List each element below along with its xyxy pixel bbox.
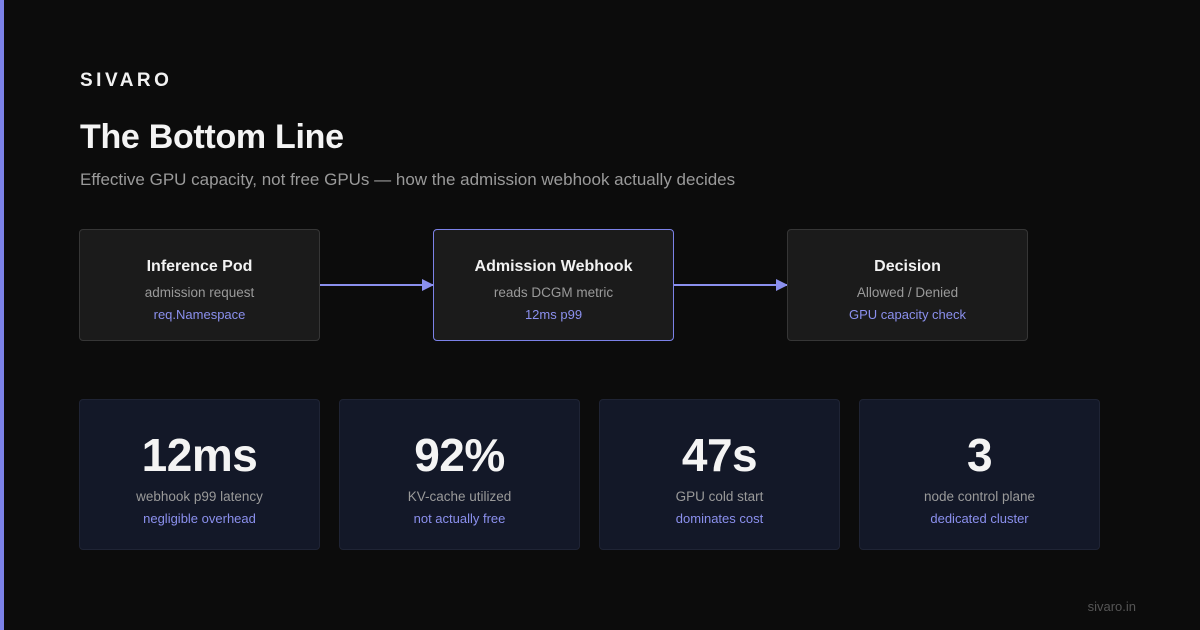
node-description: Allowed / Denied [856, 285, 959, 300]
stat-value: 47s [681, 429, 758, 481]
stat-label: KV-cache utilized [407, 489, 512, 504]
flow-node-admission-webhook: Admission Webhook reads DCGM metric 12ms… [433, 229, 674, 341]
node-description: admission request [144, 285, 255, 300]
stat-card-control-plane: 3 node control plane dedicated cluster [859, 399, 1100, 550]
flow-node-decision: Decision Allowed / Denied GPU capacity c… [787, 229, 1028, 341]
node-note: GPU capacity check [848, 307, 967, 322]
node-title: Decision [874, 258, 941, 275]
node-note: req.Namespace [153, 307, 246, 322]
stat-label: node control plane [923, 489, 1036, 504]
stat-value: 92% [414, 429, 505, 481]
slide: SIVARO The Bottom Line Effective GPU cap… [0, 0, 1200, 630]
stat-label: webhook p99 latency [136, 489, 263, 504]
stat-note: dedicated cluster [930, 511, 1029, 526]
node-title: Inference Pod [146, 258, 253, 275]
node-note: 12ms p99 [524, 307, 583, 322]
footer-domain: sivaro.in [1087, 599, 1136, 614]
stat-note: dominates cost [675, 511, 764, 526]
node-title: Admission Webhook [474, 258, 633, 275]
stat-label: GPU cold start [675, 489, 764, 504]
stat-card-latency: 12ms webhook p99 latency negligible over… [79, 399, 320, 550]
stat-note: not actually free [413, 511, 506, 526]
node-description: reads DCGM metric [493, 285, 614, 300]
stat-value: 3 [966, 429, 993, 481]
stat-value: 12ms [141, 429, 258, 481]
flow-node-inference-pod: Inference Pod admission request req.Name… [79, 229, 320, 341]
stat-note: negligible overhead [143, 511, 256, 526]
stat-card-cold-start: 47s GPU cold start dominates cost [599, 399, 840, 550]
stat-card-kv-cache: 92% KV-cache utilized not actually free [339, 399, 580, 550]
